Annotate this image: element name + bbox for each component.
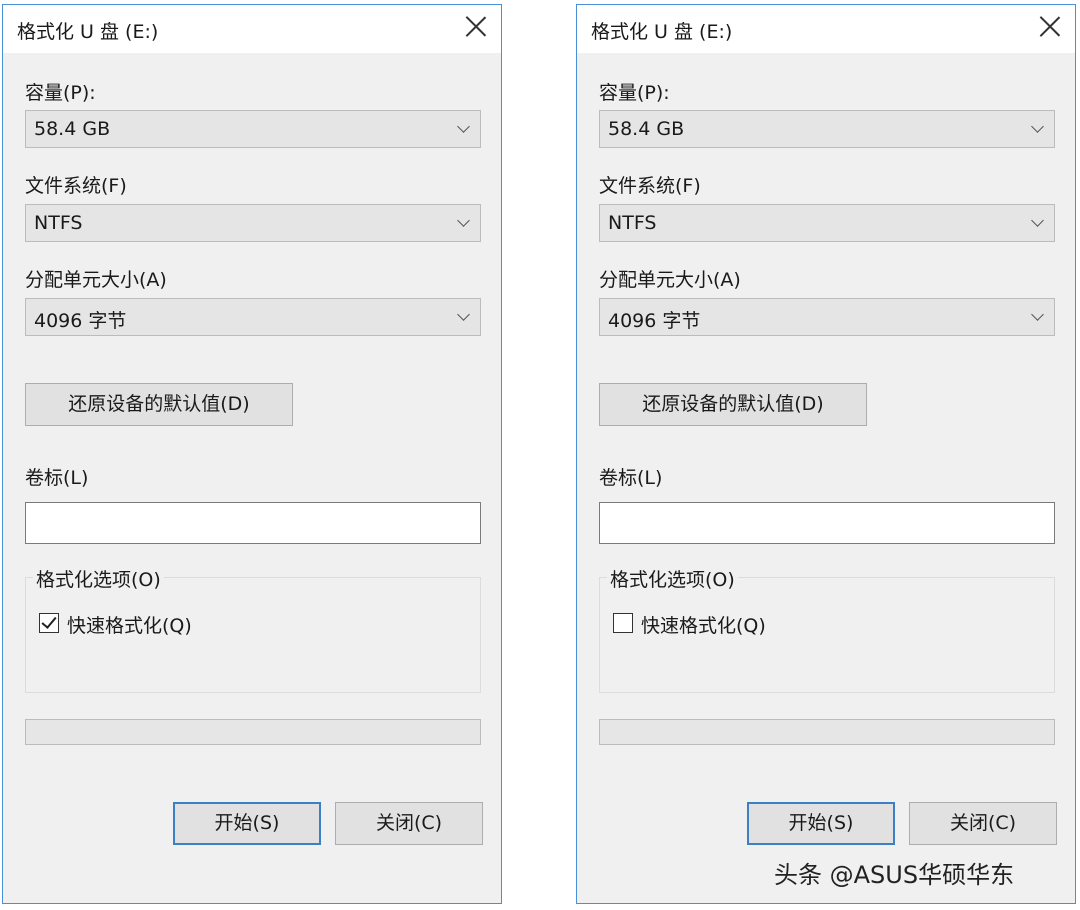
capacity-dropdown[interactable]: 58.4 GB (25, 110, 481, 148)
quick-format-label[interactable]: 快速格式化(Q) (641, 611, 766, 638)
volume-label-label: 卷标(L) (25, 467, 89, 489)
dialog-title: 格式化 U 盘 (E:) (17, 21, 159, 43)
close-button[interactable]: 关闭(C) (909, 802, 1057, 845)
format-dialog-right: 格式化 U 盘 (E:) 容量(P): 58.4 GB 文件系统(F) NTFS… (576, 4, 1076, 904)
quick-format-checkbox[interactable] (613, 613, 633, 633)
allocation-label: 分配单元大小(A) (599, 269, 741, 291)
filesystem-label: 文件系统(F) (25, 175, 127, 197)
allocation-value: 4096 字节 (34, 310, 127, 332)
chevron-down-icon (1031, 214, 1044, 227)
volume-label-input[interactable] (25, 502, 481, 544)
chevron-down-icon (457, 120, 470, 133)
allocation-label: 分配单元大小(A) (25, 269, 167, 291)
chevron-down-icon (457, 214, 470, 227)
capacity-value: 58.4 GB (34, 118, 111, 140)
quick-format-checkbox[interactable] (39, 613, 59, 633)
close-button[interactable]: 关闭(C) (335, 802, 483, 845)
allocation-dropdown[interactable]: 4096 字节 (599, 298, 1055, 336)
chevron-down-icon (1031, 120, 1044, 133)
filesystem-value: NTFS (34, 212, 83, 234)
quick-format-label[interactable]: 快速格式化(Q) (67, 611, 192, 638)
capacity-value: 58.4 GB (608, 118, 685, 140)
title-bar: 格式化 U 盘 (E:) (577, 5, 1075, 53)
progress-bar (599, 719, 1055, 745)
capacity-dropdown[interactable]: 58.4 GB (599, 110, 1055, 148)
check-icon (41, 613, 57, 629)
allocation-value: 4096 字节 (608, 310, 701, 332)
close-icon[interactable] (1039, 15, 1061, 37)
capacity-label: 容量(P): (25, 82, 96, 104)
format-dialog-left: 格式化 U 盘 (E:) 容量(P): 58.4 GB 文件系统(F) NTFS… (2, 4, 502, 904)
chevron-down-icon (1031, 308, 1044, 321)
volume-label-label: 卷标(L) (599, 467, 663, 489)
format-options-label: 格式化选项(O) (33, 565, 164, 592)
format-options-label: 格式化选项(O) (607, 565, 738, 592)
title-bar: 格式化 U 盘 (E:) (3, 5, 501, 53)
filesystem-dropdown[interactable]: NTFS (599, 204, 1055, 242)
chevron-down-icon (457, 308, 470, 321)
progress-bar (25, 719, 481, 745)
filesystem-label: 文件系统(F) (599, 175, 701, 197)
filesystem-value: NTFS (608, 212, 657, 234)
restore-defaults-button[interactable]: 还原设备的默认值(D) (25, 383, 293, 426)
restore-defaults-button[interactable]: 还原设备的默认值(D) (599, 383, 867, 426)
watermark-text: 头条 @ASUS华硕华东 (774, 861, 1015, 889)
start-button[interactable]: 开始(S) (173, 802, 321, 845)
start-button[interactable]: 开始(S) (747, 802, 895, 845)
allocation-dropdown[interactable]: 4096 字节 (25, 298, 481, 336)
capacity-label: 容量(P): (599, 82, 670, 104)
filesystem-dropdown[interactable]: NTFS (25, 204, 481, 242)
close-icon[interactable] (465, 15, 487, 37)
volume-label-input[interactable] (599, 502, 1055, 544)
dialog-title: 格式化 U 盘 (E:) (591, 21, 733, 43)
